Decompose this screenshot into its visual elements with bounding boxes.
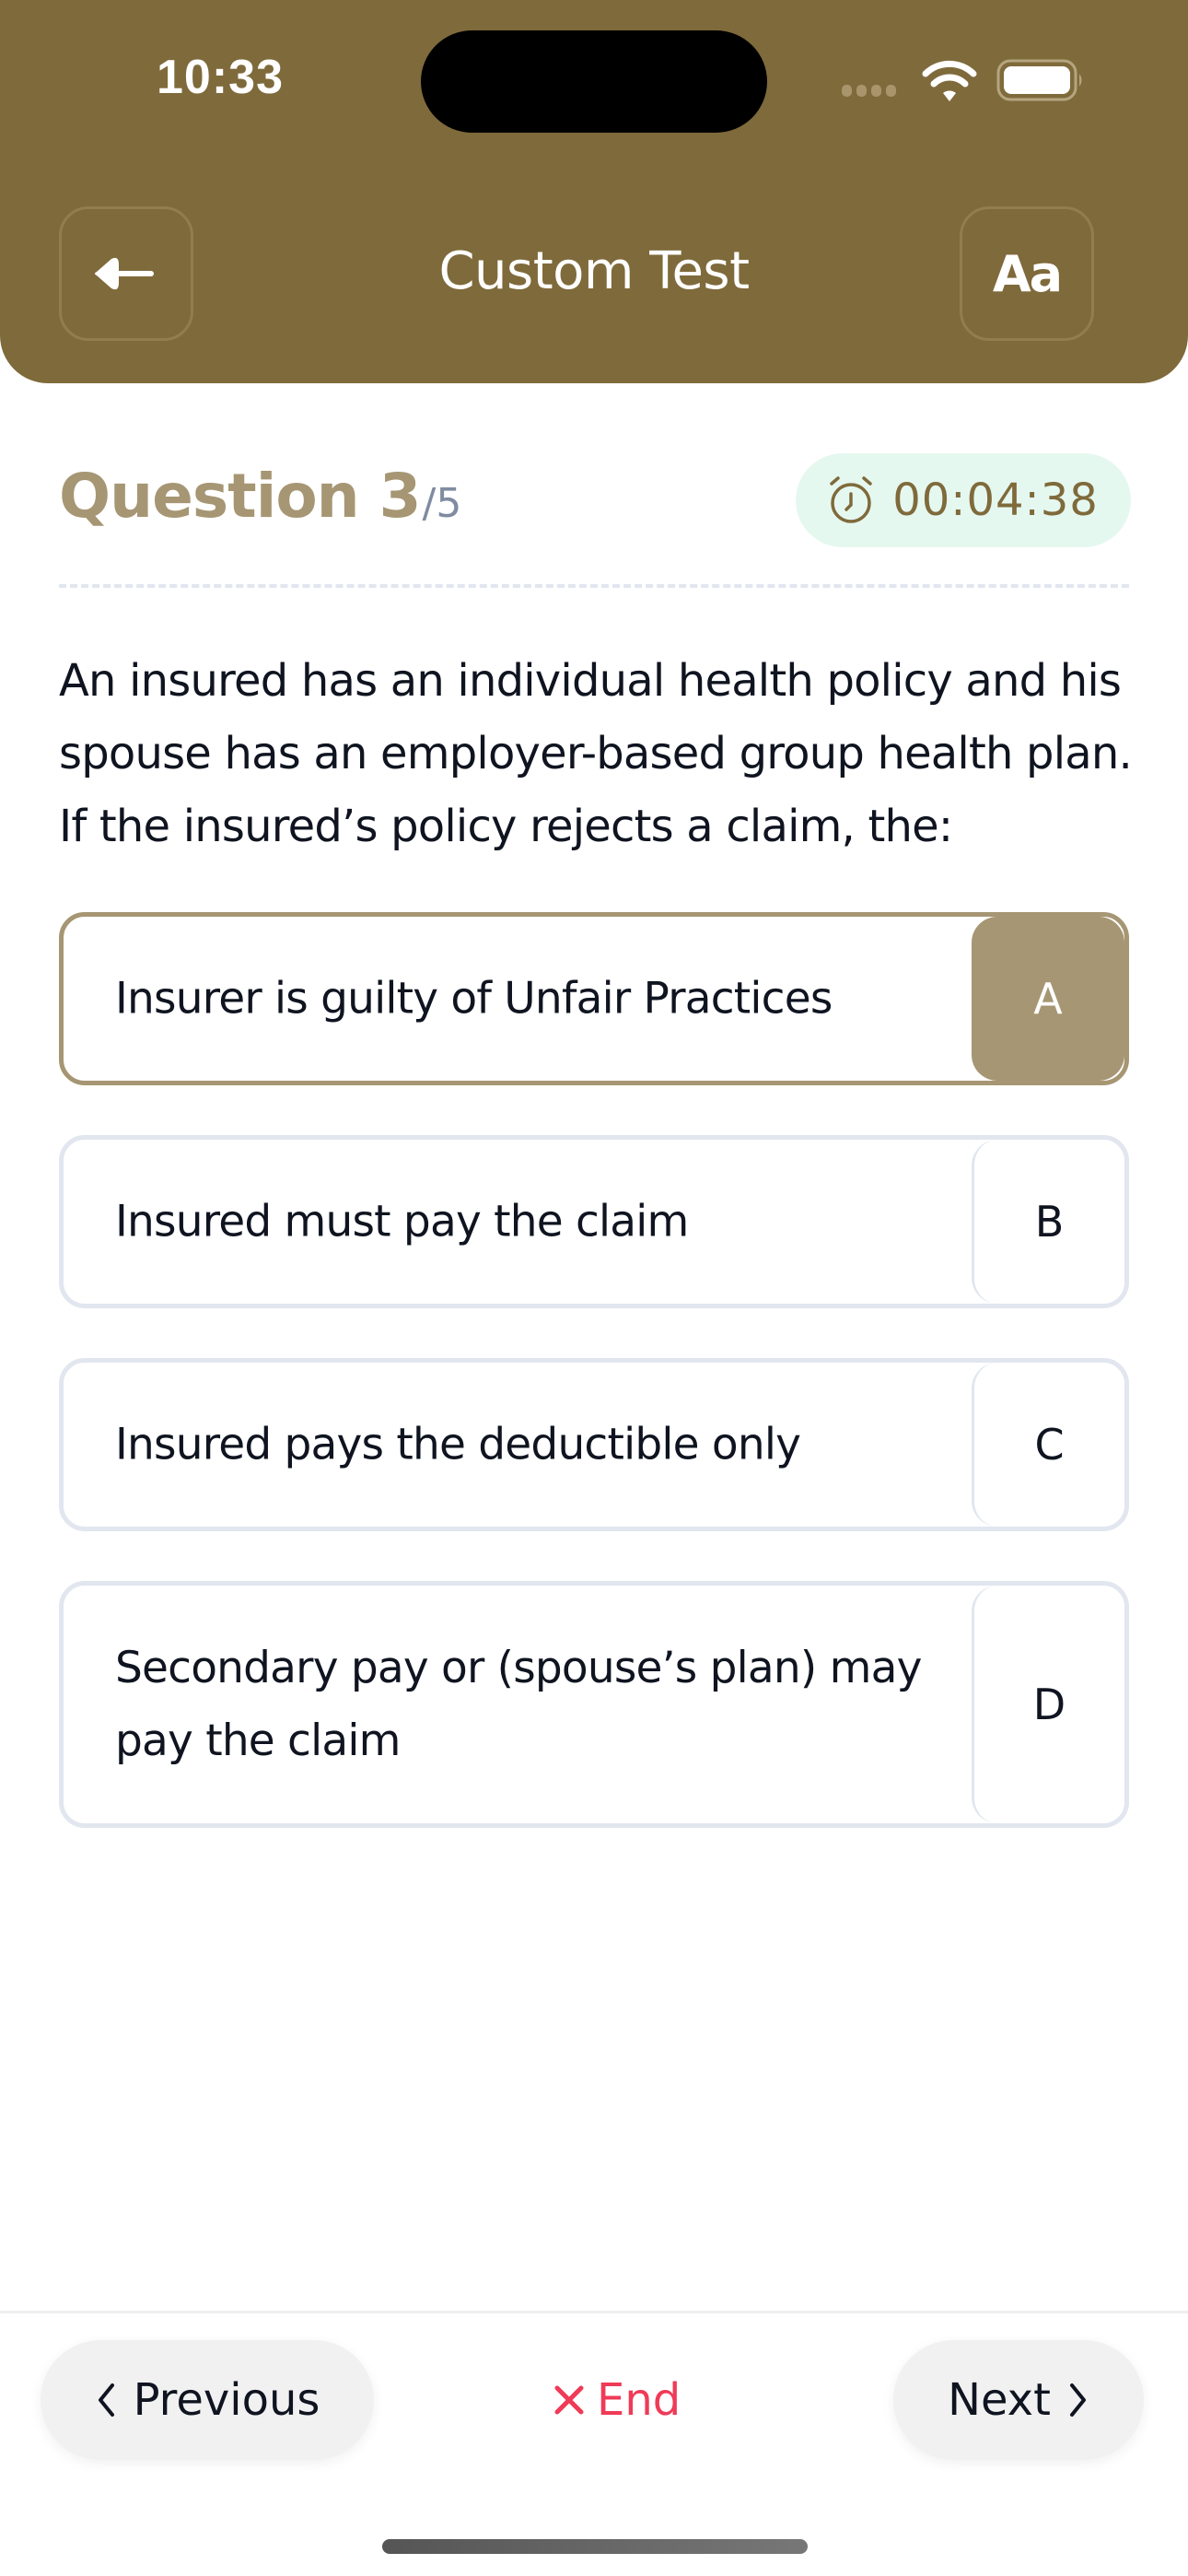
wifi-icon — [922, 60, 977, 101]
close-icon — [554, 2385, 584, 2415]
timer-value: 00:04:38 — [892, 474, 1099, 526]
question-number: Question 3 — [59, 461, 422, 532]
app-header: 10:33 Custom Test Aa — [0, 0, 1188, 383]
question-counter: Question 3 /5 — [59, 461, 461, 532]
chevron-right-icon — [1069, 2383, 1086, 2417]
option-letter: D — [972, 1586, 1124, 1823]
cellular-signal-icon — [842, 85, 896, 97]
option-c[interactable]: Insured pays the deductible only C — [59, 1358, 1129, 1531]
next-button[interactable]: Next — [893, 2340, 1144, 2460]
dynamic-island — [421, 30, 767, 133]
font-size-icon: Aa — [992, 244, 1063, 303]
battery-icon — [996, 59, 1082, 101]
option-a[interactable]: Insurer is guilty of Unfair Practices A — [59, 912, 1129, 1085]
previous-label: Previous — [133, 2374, 320, 2426]
question-total: /5 — [422, 480, 462, 527]
option-d[interactable]: Secondary pay or (spouse’s plan) may pay… — [59, 1581, 1129, 1828]
alarm-clock-icon — [830, 476, 872, 523]
chevron-left-icon — [98, 2383, 114, 2417]
font-size-button[interactable]: Aa — [960, 206, 1094, 341]
previous-button[interactable]: Previous — [41, 2340, 374, 2460]
option-text: Insured pays the deductible only — [115, 1419, 801, 1470]
next-label: Next — [948, 2374, 1051, 2426]
question-text: An insured has an individual health poli… — [59, 655, 1133, 852]
footer-divider — [0, 2311, 1188, 2313]
option-text: Insurer is guilty of Unfair Practices — [115, 973, 833, 1025]
divider — [59, 584, 1129, 588]
home-indicator[interactable] — [382, 2539, 808, 2554]
option-text: Insured must pay the claim — [115, 1196, 689, 1247]
timer-badge: 00:04:38 — [796, 453, 1131, 547]
end-button[interactable]: End — [553, 2368, 681, 2432]
end-label: End — [597, 2374, 681, 2426]
option-letter: C — [972, 1363, 1124, 1527]
option-text: Secondary pay or (spouse’s plan) may pay… — [115, 1643, 922, 1766]
option-letter: A — [972, 917, 1124, 1081]
status-time: 10:33 — [157, 51, 284, 104]
option-letter: B — [972, 1140, 1124, 1304]
option-b[interactable]: Insured must pay the claim B — [59, 1135, 1129, 1308]
